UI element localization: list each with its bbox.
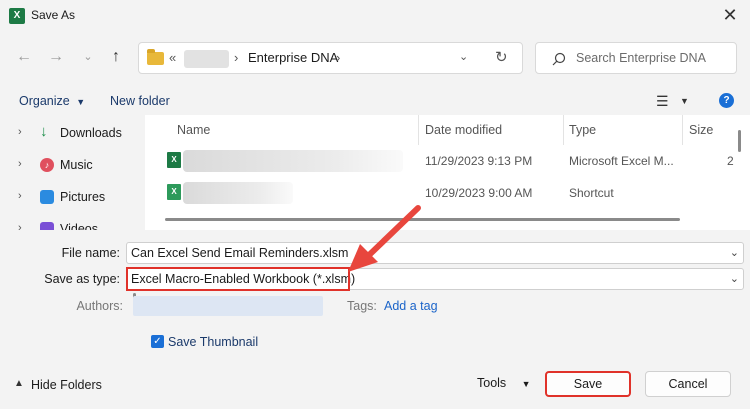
tags-label: Tags:: [347, 299, 377, 313]
column-header-date-modified[interactable]: Date modified: [425, 123, 502, 137]
recent-locations-chevron-icon[interactable]: ⌄: [76, 45, 100, 69]
chevron-down-icon[interactable]: ⌄: [730, 246, 739, 259]
vertical-scrollbar[interactable]: [738, 130, 741, 152]
column-header-size[interactable]: Size: [689, 123, 713, 137]
close-icon[interactable]: ✕: [718, 4, 742, 28]
hide-folders-button[interactable]: Hide Folders: [31, 378, 102, 392]
column-header-name[interactable]: Name: [177, 123, 210, 137]
search-placeholder: Search Enterprise DNA: [576, 51, 706, 65]
videos-icon: [40, 222, 54, 230]
nav-item-label: Videos: [60, 222, 98, 230]
column-divider[interactable]: [682, 115, 683, 145]
forward-arrow-icon[interactable]: →: [44, 45, 68, 69]
file-size: 2: [727, 154, 734, 168]
chevron-up-icon[interactable]: ▲: [14, 378, 24, 389]
window-title: Save As: [31, 8, 76, 22]
expand-chevron-icon[interactable]: ›: [18, 190, 22, 202]
new-folder-button[interactable]: New folder: [110, 94, 170, 108]
caret-down-icon: ▼: [521, 379, 531, 389]
nav-item-downloads[interactable]: › ↓ Downloads: [0, 121, 128, 147]
search-icon: [552, 52, 566, 66]
address-bar[interactable]: « › Enterprise DNA › ⌄ ↻: [138, 42, 523, 74]
organize-label: Organize: [19, 94, 70, 108]
file-type: Microsoft Excel M...: [569, 154, 674, 168]
breadcrumb-chevron-icon[interactable]: ›: [234, 50, 238, 65]
organize-button[interactable]: Organize ▼: [19, 94, 85, 108]
file-name-label: File name:: [61, 246, 120, 260]
view-options-icon[interactable]: ☰: [656, 93, 669, 110]
excel-app-icon: X: [9, 8, 25, 24]
chevron-down-icon[interactable]: ⌄: [730, 272, 739, 285]
nav-item-pictures[interactable]: › Pictures: [0, 185, 128, 211]
column-header-type[interactable]: Type: [569, 123, 596, 137]
expand-chevron-icon[interactable]: ›: [18, 222, 22, 230]
highlight-box: [126, 267, 350, 291]
nav-item-label: Music: [60, 158, 93, 172]
address-dropdown-icon[interactable]: ⌄: [459, 50, 468, 63]
excel-shortcut-icon: X: [167, 184, 181, 200]
excel-file-icon: X: [167, 152, 181, 168]
caret-down-icon: ▼: [76, 97, 86, 107]
view-dropdown-caret-icon[interactable]: ▼: [680, 96, 689, 106]
nav-item-label: Downloads: [60, 126, 122, 140]
table-row[interactable]: X 11/29/2023 9:13 PM Microsoft Excel M..…: [145, 147, 735, 173]
nav-item-videos[interactable]: › Videos: [0, 217, 128, 230]
breadcrumb-chevron-icon[interactable]: ›: [336, 50, 340, 65]
nav-item-music[interactable]: › ♪ Music: [0, 153, 128, 179]
add-tag-link[interactable]: Add a tag: [384, 299, 438, 313]
folder-icon: [147, 49, 164, 65]
file-name-value: Can Excel Send Email Reminders.xlsm: [131, 246, 349, 260]
save-button[interactable]: Save: [545, 371, 631, 397]
column-divider[interactable]: [563, 115, 564, 145]
table-row[interactable]: X 10/29/2023 9:00 AM Shortcut: [145, 179, 735, 205]
file-date: 10/29/2023 9:00 AM: [425, 186, 533, 200]
save-thumbnail-label[interactable]: Save Thumbnail: [168, 335, 258, 349]
tools-button[interactable]: Tools ▼: [477, 376, 531, 390]
file-date: 11/29/2023 9:13 PM: [425, 154, 533, 168]
help-icon[interactable]: ?: [719, 93, 734, 108]
file-type: Shortcut: [569, 186, 614, 200]
expand-chevron-icon[interactable]: ›: [18, 158, 22, 170]
nav-item-label: Pictures: [60, 190, 106, 204]
footer-bar: ▲ Hide Folders Tools ▼ Save Cancel: [0, 358, 750, 409]
column-divider[interactable]: [418, 115, 419, 145]
file-name-field[interactable]: Can Excel Send Email Reminders.xlsm ⌄: [126, 242, 744, 264]
pictures-icon: [40, 190, 54, 204]
breadcrumb-overflow[interactable]: «: [169, 50, 176, 65]
authors-field[interactable]: [133, 296, 323, 316]
authors-label: Authors:: [76, 299, 123, 313]
tools-label: Tools: [477, 376, 507, 390]
navigation-pane: › ↓ Downloads › ♪ Music › Pictures › Vid…: [0, 115, 140, 313]
cancel-button[interactable]: Cancel: [645, 371, 731, 397]
breadcrumb-hidden-segment[interactable]: [184, 50, 229, 68]
file-list: Name Date modified Type Size X 11/29/202…: [145, 115, 750, 230]
search-box[interactable]: Search Enterprise DNA: [535, 42, 737, 74]
refresh-icon[interactable]: ↻: [495, 48, 508, 66]
save-thumbnail-checkbox[interactable]: ✓: [151, 335, 164, 348]
expand-chevron-icon[interactable]: ›: [18, 126, 22, 138]
title-bar: X Save As ✕: [0, 0, 750, 32]
download-icon: ↓: [40, 123, 48, 140]
file-name-redacted: [183, 150, 403, 172]
annotation-arrow: [348, 205, 421, 272]
music-icon: ♪: [40, 158, 54, 172]
breadcrumb-current-folder[interactable]: Enterprise DNA: [248, 50, 338, 65]
back-arrow-icon[interactable]: ←: [12, 45, 36, 69]
save-as-type-label: Save as type:: [44, 272, 120, 286]
file-name-redacted: [183, 182, 293, 204]
up-arrow-icon[interactable]: ↑: [104, 45, 128, 69]
